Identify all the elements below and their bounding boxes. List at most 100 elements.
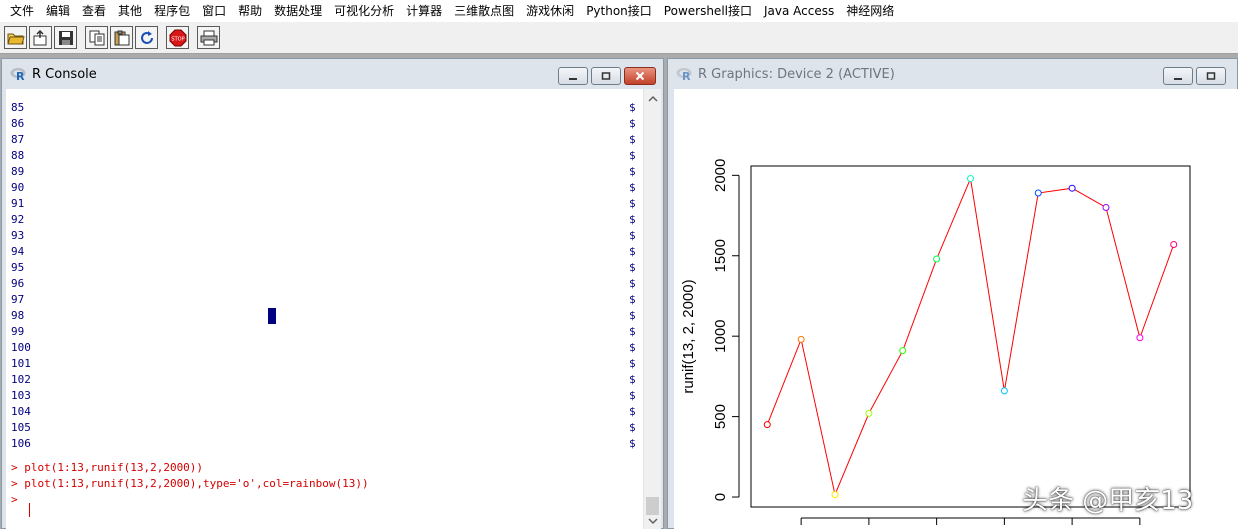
menu-item[interactable]: 计算器	[400, 0, 448, 22]
r-graphics-window: R R Graphics: Device 2 (ACTIVE) 0 500 1000…	[667, 58, 1238, 529]
console-prompt[interactable]: >	[11, 492, 18, 508]
menu-item[interactable]: 游戏休闲	[520, 0, 580, 22]
console-command: > plot(1:13,runif(13,2,2000),type='o',co…	[11, 477, 369, 490]
y-tick-label: 1500	[712, 239, 729, 272]
console-continuation-marker: $	[629, 101, 636, 114]
console-continuation-marker: $	[629, 293, 636, 306]
menu-item[interactable]: 文件	[4, 0, 40, 22]
console-line-number: 105	[11, 421, 31, 434]
console-continuation-marker: $	[629, 229, 636, 242]
console-line-number: 103	[11, 389, 31, 402]
r-logo-icon: R	[10, 68, 26, 81]
console-line-number: 97	[11, 293, 25, 306]
menu-item[interactable]: 可视化分析	[328, 0, 400, 22]
menu-item[interactable]: 编辑	[40, 0, 76, 22]
graphics-minimize-button[interactable]	[1163, 67, 1193, 85]
console-continuation-marker: $	[629, 373, 636, 386]
console-line-number: 92	[11, 213, 25, 226]
console-line-number: 102	[11, 373, 31, 386]
menu-item[interactable]: 查看	[76, 0, 112, 22]
line-chart: 0500100015002000runif(13, 2, 2000)246810…	[680, 159, 1191, 525]
console-line-number: 101	[11, 357, 31, 370]
close-icon	[635, 71, 645, 81]
data-point	[1170, 240, 1178, 248]
copy-paste-button[interactable]	[110, 26, 133, 49]
console-scrollbar[interactable]	[643, 89, 661, 529]
open-script-button[interactable]	[4, 26, 27, 49]
restore-button[interactable]	[591, 67, 621, 85]
data-point	[865, 409, 873, 417]
print-icon	[200, 30, 217, 45]
copy-paste-icon	[114, 30, 129, 45]
data-point	[967, 175, 974, 183]
desktop: 文件 编辑 查看 其他 程序包 窗口 帮助 数据处理 可视化分析 计算器 三维散点图 游戏休闲 Pyth…	[0, 0, 1238, 529]
menu-item[interactable]: Java Access	[758, 0, 840, 22]
menu-bar: 文件 编辑 查看 其他 程序包 窗口 帮助 数据处理 可视化分析 计算器 三维散点图 游戏休闲 Pyth…	[0, 0, 1238, 22]
load-workspace-button[interactable]	[29, 26, 52, 49]
console-line-number: 94	[11, 245, 25, 258]
r-logo-icon: R	[676, 68, 692, 81]
r-graphics-titlebar[interactable]: R R Graphics: Device 2 (ACTIVE)	[668, 59, 1237, 89]
console-continuation-marker: $	[629, 245, 636, 258]
console-continuation-marker: $	[629, 437, 636, 450]
console-line-number: 99	[11, 325, 25, 338]
console-output[interactable]: 85 $86 $87 $88 $89 $90 $91 $92 $93 $94 $95 $96 $97 $9…	[6, 89, 643, 529]
svg-text:R: R	[16, 70, 25, 81]
menu-item[interactable]: 三维散点图	[448, 0, 520, 22]
refresh-button[interactable]	[135, 26, 158, 49]
console-continuation-marker: $	[629, 197, 636, 210]
console-line-number: 93	[11, 229, 25, 242]
y-tick-label: 1000	[712, 319, 729, 352]
menu-item[interactable]: 帮助	[232, 0, 268, 22]
menu-item[interactable]: 窗口	[196, 0, 232, 22]
graphics-restore-button[interactable]	[1196, 67, 1226, 85]
console-continuation-marker: $	[629, 149, 636, 162]
data-point	[933, 255, 941, 263]
console-line-number: 95	[11, 261, 25, 274]
save-button[interactable]	[54, 26, 77, 49]
console-line-number: 100	[11, 341, 31, 354]
console-continuation-marker: $	[629, 261, 636, 274]
menu-item[interactable]: Powershell接口	[658, 0, 758, 22]
y-tick-label: 0	[712, 493, 729, 501]
stop-icon: STOP	[169, 29, 186, 46]
data-point	[1136, 334, 1144, 342]
menu-item[interactable]: Python接口	[580, 0, 658, 22]
input-caret	[29, 503, 30, 517]
scroll-down-icon[interactable]	[644, 513, 662, 529]
console-continuation-marker: $	[629, 213, 636, 226]
console-continuation-marker: $	[629, 421, 636, 434]
menu-item[interactable]: 程序包	[148, 0, 196, 22]
console-continuation-marker: $	[629, 277, 636, 290]
data-point	[1000, 387, 1008, 395]
open-script-icon	[6, 33, 25, 44]
menu-item[interactable]: 其他	[112, 0, 148, 22]
data-point	[899, 347, 907, 355]
r-console-title: R Console	[32, 66, 97, 82]
console-continuation-marker: $	[629, 117, 636, 130]
series-line	[766, 176, 1175, 497]
minimize-icon	[569, 78, 577, 80]
menu-item[interactable]: 神经网络	[840, 0, 900, 22]
console-continuation-marker: $	[629, 133, 636, 146]
menu-item[interactable]: 数据处理	[268, 0, 328, 22]
y-axis-label: runif(13, 2, 2000)	[680, 279, 697, 393]
console-continuation-marker: $	[629, 309, 636, 322]
svg-text:R: R	[682, 70, 691, 81]
data-point	[831, 491, 839, 499]
console-continuation-marker: $	[629, 341, 636, 354]
scroll-up-icon[interactable]	[644, 91, 662, 107]
print-button[interactable]	[197, 26, 220, 49]
console-line-number: 98	[11, 309, 25, 322]
close-button[interactable]	[624, 67, 656, 85]
console-command: > plot(1:13,runif(13,2,2000))	[11, 461, 204, 474]
console-line-number: 104	[11, 405, 31, 418]
copy-button[interactable]	[85, 26, 108, 49]
watermark: 头条 @甲亥13	[1022, 486, 1194, 516]
console-continuation-marker: $	[629, 357, 636, 370]
minimize-button[interactable]	[558, 67, 588, 85]
data-point	[1102, 203, 1110, 211]
data-point	[763, 421, 771, 429]
data-point	[1034, 189, 1042, 197]
stop-button[interactable]: STOP	[166, 26, 189, 49]
